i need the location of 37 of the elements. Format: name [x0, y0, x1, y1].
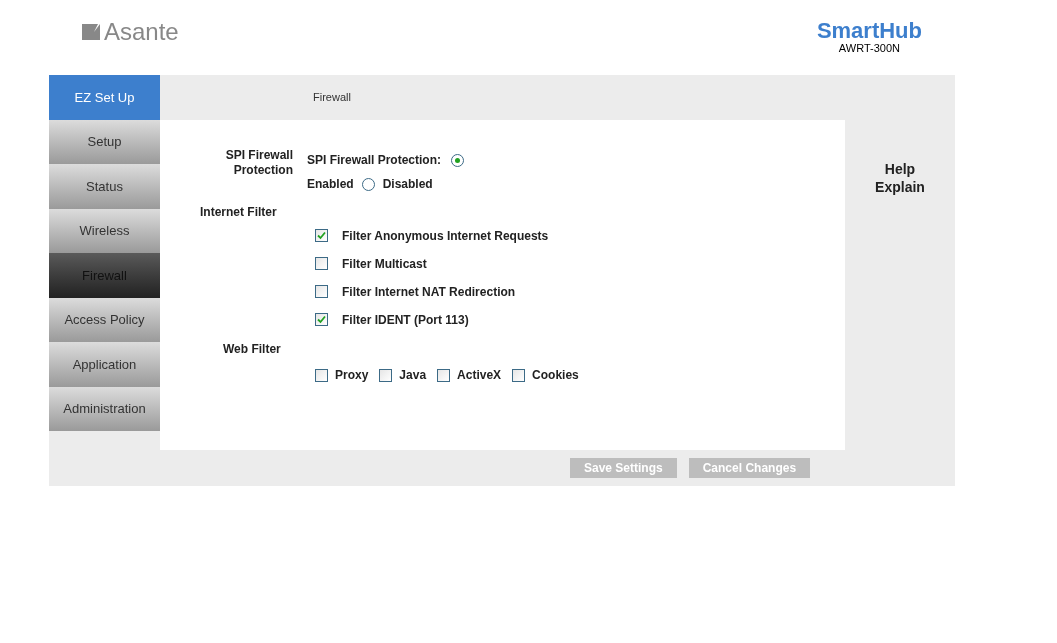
checkbox[interactable] — [315, 368, 328, 382]
section-label: Web Filter — [223, 342, 281, 356]
checkbox[interactable] — [512, 368, 526, 382]
checkbox-label: Filter IDENT (Port 113) — [342, 311, 469, 329]
field-label: SPI Firewall Protection: — [307, 152, 442, 169]
nav-item[interactable]: Administration — [49, 386, 160, 431]
page-title: Firewall — [313, 90, 351, 106]
checkbox[interactable] — [379, 368, 393, 382]
help-title: Help Explain — [874, 160, 926, 196]
radio-button[interactable] — [361, 177, 375, 191]
checkbox-label: Filter Internet NAT Redirection — [342, 283, 516, 301]
radio-label: Disabled — [382, 176, 433, 193]
nav-item[interactable]: EZ Set Up — [49, 75, 160, 120]
checkbox[interactable] — [315, 285, 328, 298]
checkbox-label: Filter Anonymous Internet Requests — [342, 227, 549, 245]
section-label: SPI Firewall Protection — [224, 148, 293, 179]
checkbox-label: ActiveX — [457, 367, 502, 384]
product-name: SmartHub — [816, 20, 922, 42]
nav-item[interactable]: Application — [49, 342, 160, 387]
nav-item[interactable]: Setup — [49, 119, 160, 164]
checkbox-label: Java — [399, 367, 427, 384]
section-label: Internet Filter — [200, 205, 277, 219]
checkbox-label: Filter Multicast — [342, 255, 427, 273]
checkbox-label: Cookies — [532, 367, 579, 384]
logo-icon — [82, 24, 100, 40]
radio-button[interactable] — [451, 153, 465, 167]
radio-label: Enabled — [307, 176, 354, 193]
nav-item[interactable]: Access Policy — [49, 297, 160, 342]
checkbox[interactable] — [437, 368, 451, 382]
checkbox[interactable] — [315, 313, 328, 326]
model-number: AWRT-300N — [838, 42, 900, 56]
checkbox[interactable] — [315, 257, 328, 270]
checkbox[interactable] — [315, 229, 328, 242]
nav-item[interactable]: Status — [49, 164, 160, 209]
checkbox-label: Proxy — [335, 367, 369, 384]
brand-logo: Asante — [104, 20, 179, 44]
nav-item[interactable]: Wireless — [49, 208, 160, 253]
